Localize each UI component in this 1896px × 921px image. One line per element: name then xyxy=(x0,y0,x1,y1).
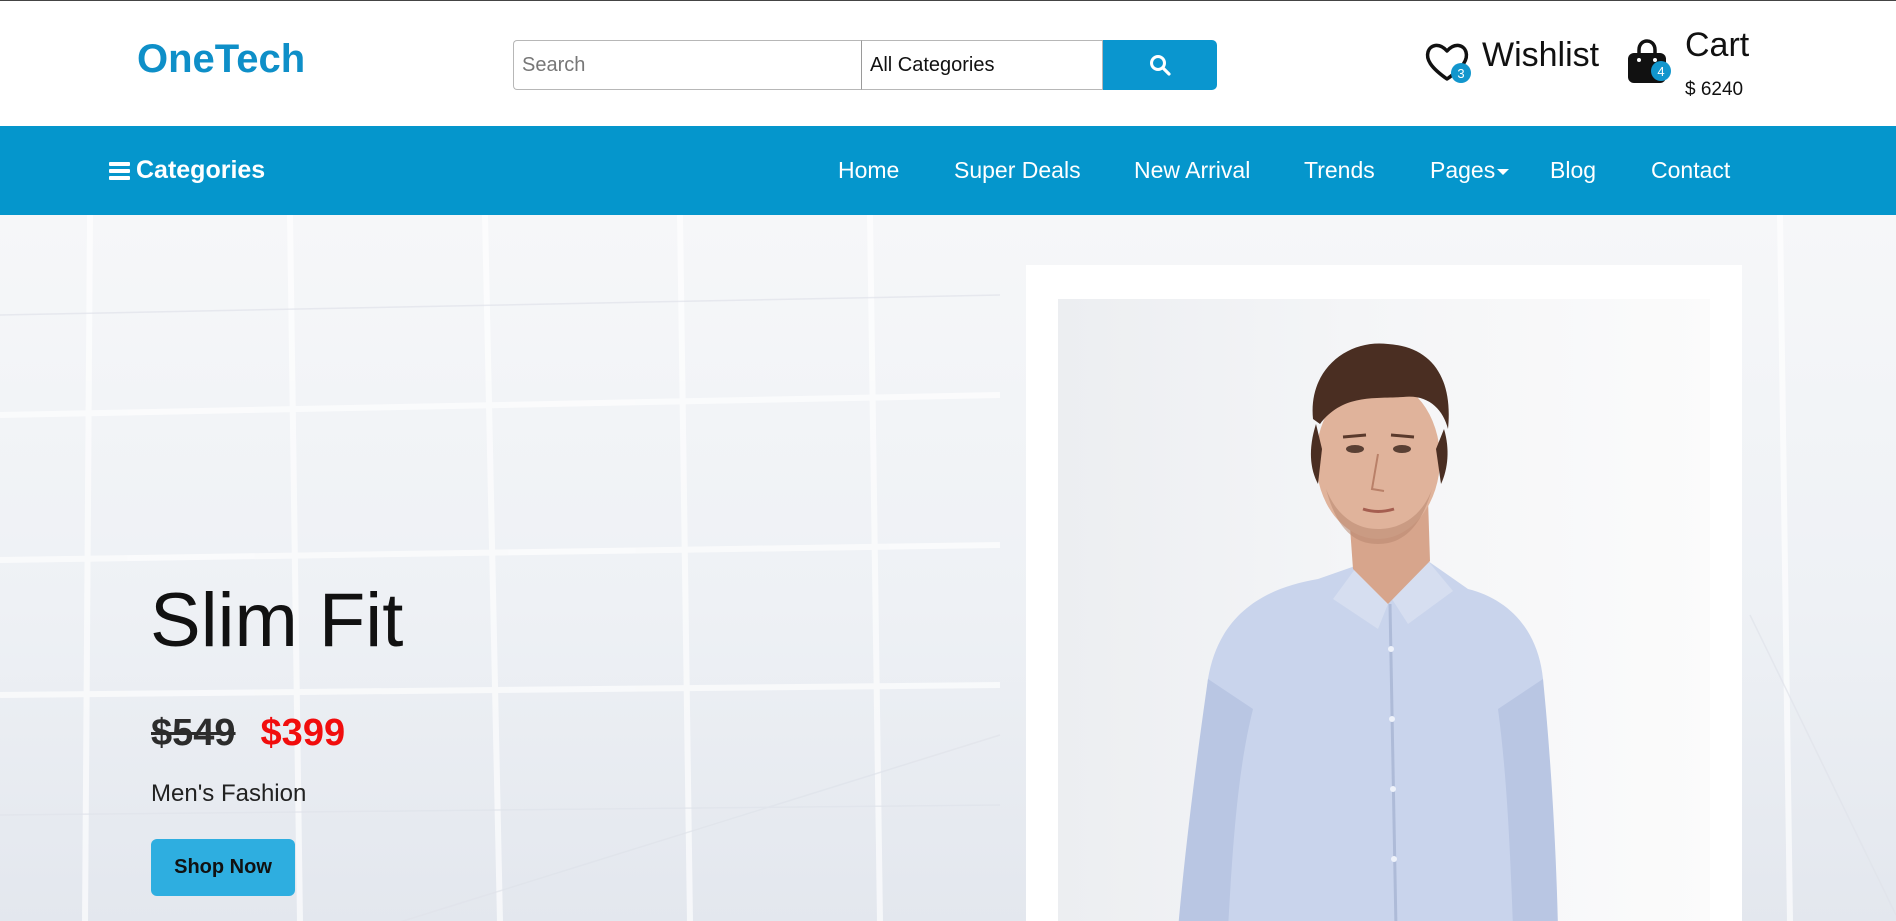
cart-text: Cart $ 6240 xyxy=(1685,25,1749,101)
main-nav: Categories Home Super Deals New Arrival … xyxy=(0,126,1896,215)
hero-slider: Slim Fit $549 $399 Men's Fashion Shop No… xyxy=(0,215,1896,921)
nav-link-new-arrival[interactable]: New Arrival xyxy=(1134,126,1250,215)
model-photo xyxy=(1178,343,1558,921)
wishlist-label: Wishlist xyxy=(1482,35,1600,74)
cart-label: Cart xyxy=(1685,26,1750,64)
nav-link-contact[interactable]: Contact xyxy=(1651,126,1730,215)
wishlist-count-badge: 3 xyxy=(1451,63,1471,83)
slide-subtitle: Men's Fashion xyxy=(151,780,307,807)
nav-link-trends[interactable]: Trends xyxy=(1304,126,1375,215)
nav-link-pages[interactable]: Pages xyxy=(1430,126,1510,215)
search-button[interactable] xyxy=(1103,40,1217,90)
nav-links: Home Super Deals New Arrival Trends Page… xyxy=(0,126,1896,215)
site-logo[interactable]: OneTech xyxy=(137,37,305,82)
cart-total: $ 6240 xyxy=(1685,79,1744,100)
search-input[interactable] xyxy=(513,40,861,90)
slide-prices: $549 $399 xyxy=(151,712,345,755)
site-header: OneTech All Categories 3 Wishlist xyxy=(0,1,1896,126)
slide-title: Slim Fit xyxy=(150,578,404,663)
caret-down-icon xyxy=(1497,168,1510,175)
old-price: $549 xyxy=(151,712,236,754)
nav-link-super-deals[interactable]: Super Deals xyxy=(954,126,1081,215)
cart-icon-wrap: 4 xyxy=(1625,39,1673,91)
shop-now-button[interactable]: Shop Now xyxy=(151,839,295,896)
search-icon xyxy=(1150,55,1171,76)
nav-link-home[interactable]: Home xyxy=(838,126,899,215)
wishlist-icon-wrap: 3 xyxy=(1424,39,1472,85)
cart-link[interactable]: 4 Cart $ 6240 xyxy=(1625,25,1749,101)
category-select[interactable]: All Categories xyxy=(861,40,1103,90)
product-image xyxy=(1058,299,1710,921)
cart-count-badge: 4 xyxy=(1651,61,1671,81)
wishlist-link[interactable]: 3 Wishlist xyxy=(1424,35,1600,85)
sale-price: $399 xyxy=(260,712,346,754)
nav-link-blog[interactable]: Blog xyxy=(1550,126,1596,215)
search-bar: All Categories xyxy=(513,40,1217,90)
nav-link-pages-label: Pages xyxy=(1430,157,1496,183)
